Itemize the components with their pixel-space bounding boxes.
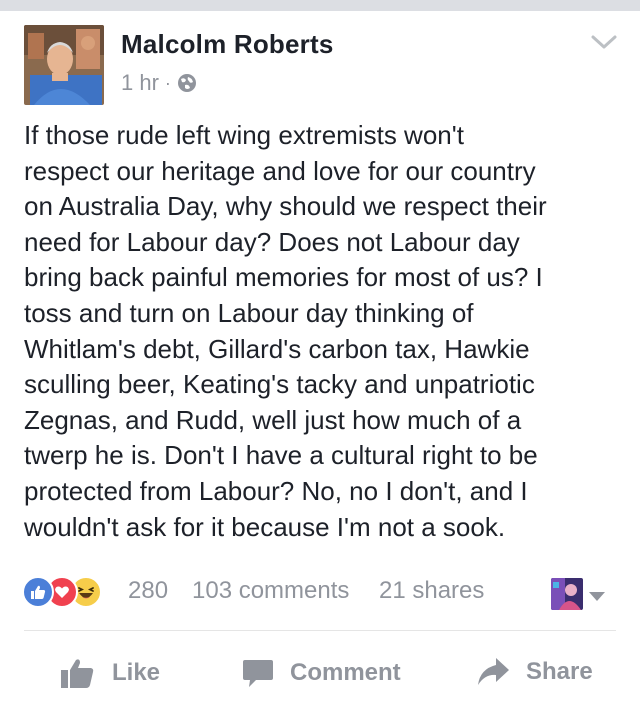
thumbs-up-icon xyxy=(61,659,94,688)
action-divider xyxy=(24,630,616,631)
share-arrow-icon xyxy=(478,658,509,685)
post-author-name[interactable]: Malcolm Roberts xyxy=(121,29,334,60)
avatar[interactable] xyxy=(24,25,104,105)
comment-button[interactable]: Comment xyxy=(242,657,401,689)
sharer-avatar[interactable] xyxy=(551,578,583,610)
globe-icon[interactable] xyxy=(177,73,197,93)
post-meta: 1 hr · xyxy=(121,70,197,96)
comment-label: Comment xyxy=(290,659,401,686)
comment-count[interactable]: 103 comments xyxy=(192,577,349,605)
meta-separator: · xyxy=(164,72,171,93)
like-label: Like xyxy=(112,659,161,686)
like-button[interactable]: Like xyxy=(60,657,160,689)
chevron-down-icon[interactable] xyxy=(590,32,618,52)
feed-top-bar xyxy=(0,0,640,11)
share-count[interactable]: 21 shares xyxy=(379,577,484,605)
caret-down-icon[interactable] xyxy=(589,592,605,601)
post-timestamp[interactable]: 1 hr xyxy=(121,70,159,96)
share-label: Share xyxy=(526,658,593,685)
reaction-count[interactable]: 280 xyxy=(128,577,168,605)
share-button[interactable]: Share xyxy=(476,657,593,687)
comment-bubble-icon xyxy=(243,660,273,687)
reaction-icons[interactable] xyxy=(22,574,102,610)
thumbs-up-reaction-icon xyxy=(22,576,54,608)
post-body-text: If those rude left wing extremists won't… xyxy=(24,120,547,542)
